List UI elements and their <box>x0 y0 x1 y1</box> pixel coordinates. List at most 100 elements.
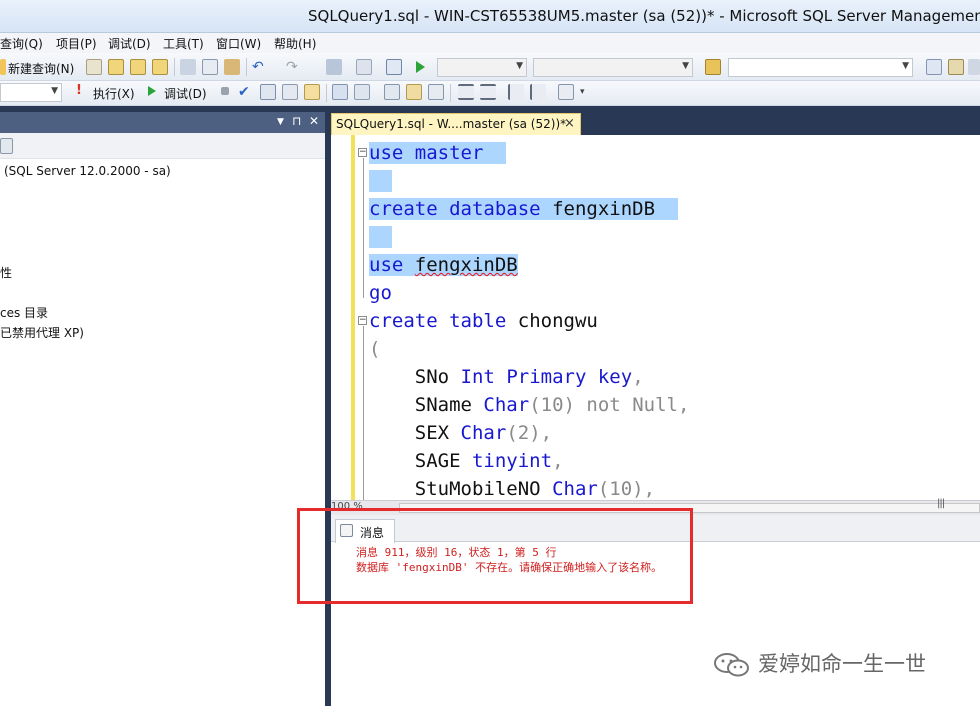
change-tracking-margin <box>351 135 355 501</box>
collapse-icon[interactable]: − <box>358 148 367 157</box>
menu-debug[interactable]: 调试(D) <box>108 35 151 52</box>
parse-icon[interactable]: ✔ <box>238 84 254 100</box>
new-query-icon <box>0 59 6 75</box>
display-plan-icon[interactable] <box>260 84 276 100</box>
navigate-forward-icon[interactable] <box>356 59 372 75</box>
sql-editor-toolbar: ▼ ! 执行(X) 调试(D) ✔ ▾ <box>0 81 980 106</box>
activity-monitor-icon[interactable] <box>386 59 402 75</box>
window-title: SQLQuery1.sql - WIN-CST65538UM5.master (… <box>308 7 980 25</box>
chevron-down-icon: ▼ <box>516 61 523 71</box>
code-token: fengxinDB <box>414 254 518 276</box>
mdx-query-icon[interactable] <box>108 59 124 75</box>
menu-project[interactable]: 项目(P) <box>56 35 97 52</box>
code-line-13: StuMobileNO Char(10), <box>369 476 655 501</box>
results-to-file-icon[interactable] <box>428 84 444 100</box>
code-token: , <box>632 366 644 388</box>
tab-sqlquery1[interactable]: SQLQuery1.sql - W....master (sa (52))* × <box>331 113 581 135</box>
tree-item-catalog[interactable]: ces 目录 <box>0 304 48 321</box>
platform-combo[interactable]: ▼ <box>533 58 693 77</box>
toolbar-separator <box>326 84 327 102</box>
code-line-9: SNo Int Primary key, <box>369 364 644 390</box>
navigate-back-icon[interactable] <box>326 59 342 75</box>
dmx-query-icon[interactable] <box>130 59 146 75</box>
debug-button[interactable]: 调试(D) <box>164 85 207 102</box>
client-stats-icon[interactable] <box>354 84 370 100</box>
collapse-icon[interactable]: − <box>358 316 367 325</box>
watermark-text: 爱婷如命一生一世 <box>758 652 926 676</box>
new-query-button[interactable]: 新建查询(N) <box>8 60 74 77</box>
query-designer-icon[interactable] <box>282 84 298 100</box>
code-token: fengxinDB <box>552 198 656 220</box>
pin-icon[interactable]: ⊓ <box>292 114 301 128</box>
find-combo[interactable]: ▼ <box>728 58 913 77</box>
code-token: create <box>369 198 438 220</box>
pane-menu-icon[interactable]: ▼ <box>277 117 284 127</box>
start-icon[interactable] <box>416 61 425 73</box>
menu-query[interactable]: 查询(Q) <box>0 35 43 52</box>
copy-icon[interactable] <box>202 59 218 75</box>
tab-label: SQLQuery1.sql - W....master (sa (52))* <box>336 117 567 131</box>
xmla-query-icon[interactable] <box>152 59 168 75</box>
tree-item-properties[interactable]: 性 <box>0 264 12 281</box>
toolbar-options-icon[interactable]: ▾ <box>580 87 588 103</box>
code-token: master <box>414 142 484 164</box>
code-token: go <box>369 282 392 304</box>
execute-button[interactable]: 执行(X) <box>93 85 135 102</box>
tree-item-server[interactable]: (SQL Server 12.0.2000 - sa) <box>4 164 171 178</box>
code-token: table <box>449 310 507 332</box>
close-pane-icon[interactable]: ✕ <box>309 114 319 128</box>
code-token: SEX <box>414 422 450 444</box>
watermark: 爱婷如命一生一世 <box>712 648 926 679</box>
redo-icon[interactable]: ↷ <box>286 59 302 75</box>
code-line-4 <box>369 224 392 250</box>
database-combo[interactable]: ▼ <box>0 83 62 102</box>
decrease-indent-icon[interactable] <box>508 84 524 100</box>
code-token: Char <box>483 394 530 416</box>
code-token: Char <box>460 422 507 444</box>
code-token: (10) <box>529 394 575 416</box>
properties-icon[interactable] <box>948 59 964 75</box>
close-tab-icon[interactable]: × <box>564 116 575 131</box>
specify-values-icon[interactable] <box>558 84 574 100</box>
title-bar: SQLQuery1.sql - WIN-CST65538UM5.master (… <box>0 0 980 33</box>
undo-icon[interactable]: ↶ <box>252 59 268 75</box>
object-explorer-header: ▼ ⊓ ✕ <box>0 112 325 133</box>
db-engine-query-icon[interactable] <box>86 59 102 75</box>
code-token: , <box>540 422 553 444</box>
toolbar-separator <box>246 58 247 76</box>
menu-tools[interactable]: 工具(T) <box>163 35 204 52</box>
code-line-8: ( <box>369 336 380 362</box>
code-token: not <box>586 394 621 416</box>
code-token: SName <box>414 394 472 416</box>
code-token: , <box>643 478 656 500</box>
include-plan-icon[interactable] <box>332 84 348 100</box>
results-to-text-icon[interactable] <box>384 84 400 100</box>
outline-line <box>363 326 364 501</box>
code-token: use <box>369 142 404 164</box>
results-to-grid-icon[interactable] <box>406 84 422 100</box>
chevron-down-icon: ▼ <box>51 86 58 96</box>
code-token: create <box>369 310 438 332</box>
code-token: StuMobileNO <box>414 478 541 500</box>
comment-icon[interactable] <box>458 84 474 100</box>
solution-config-combo[interactable]: ▼ <box>437 58 527 77</box>
tree-item-agent[interactable]: 已禁用代理 XP) <box>0 324 84 341</box>
paste-icon[interactable] <box>224 59 240 75</box>
increase-indent-icon[interactable] <box>530 84 546 100</box>
intellisense-icon[interactable] <box>304 84 320 100</box>
code-line-6: go <box>369 280 392 306</box>
toolbox-icon[interactable] <box>968 59 980 75</box>
code-token: ( <box>369 338 381 360</box>
refresh-icon[interactable] <box>0 138 13 154</box>
find-in-files-icon[interactable] <box>926 59 942 75</box>
cut-icon[interactable] <box>180 59 196 75</box>
code-token: , <box>552 450 564 472</box>
menu-window[interactable]: 窗口(W) <box>216 35 261 52</box>
cancel-query-icon[interactable] <box>221 87 229 95</box>
uncomment-icon[interactable] <box>480 84 496 100</box>
query-editor[interactable]: − − use master create database fengxinDB… <box>331 135 980 501</box>
menu-help[interactable]: 帮助(H) <box>274 35 316 52</box>
code-token: SNo <box>414 366 450 388</box>
open-folder-icon[interactable] <box>705 59 721 75</box>
code-token: (10) <box>597 478 644 500</box>
